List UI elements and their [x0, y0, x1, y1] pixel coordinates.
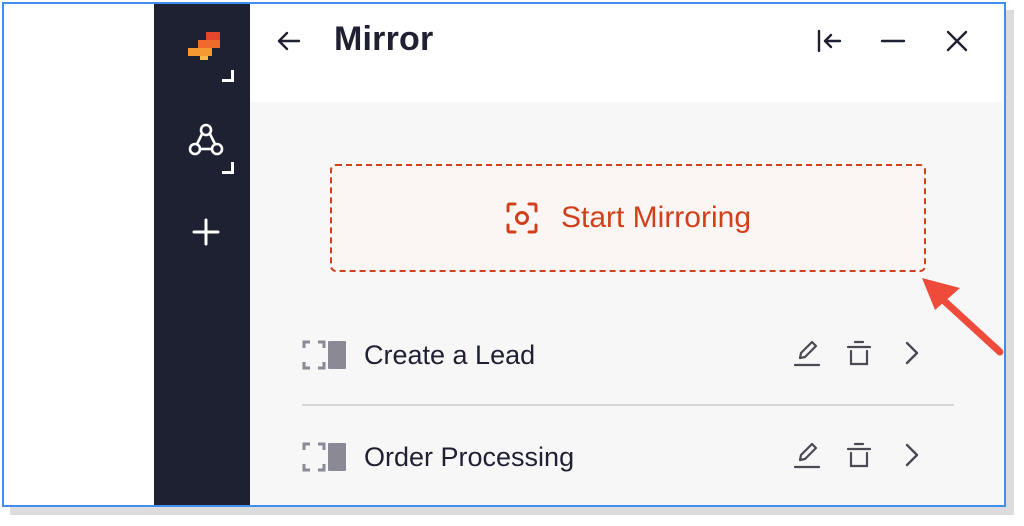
- flow-row-order-processing[interactable]: Order Processing: [302, 422, 954, 492]
- back-arrow-icon[interactable]: [274, 26, 304, 56]
- row-divider: [302, 404, 954, 406]
- logo-icon: [188, 32, 220, 60]
- network-icon: [188, 123, 224, 156]
- edit-icon[interactable]: [792, 440, 822, 470]
- start-mirroring-button[interactable]: Start Mirroring: [330, 164, 926, 272]
- chevron-right-icon[interactable]: [896, 440, 926, 470]
- plus-icon: [192, 218, 220, 246]
- corner-mark: [222, 162, 234, 174]
- panel-header: Mirror: [250, 4, 1002, 102]
- sidebar-logo-button[interactable]: [168, 10, 244, 86]
- collapse-panel-icon[interactable]: [814, 26, 844, 56]
- close-icon[interactable]: [942, 26, 972, 56]
- delete-icon[interactable]: [844, 338, 874, 368]
- minimize-icon[interactable]: [878, 26, 908, 56]
- sidebar: [154, 4, 250, 505]
- sidebar-add-button[interactable]: [168, 194, 244, 270]
- start-mirroring-label: Start Mirroring: [560, 201, 752, 234]
- annotation-arrow: [922, 278, 1004, 356]
- edit-icon[interactable]: [792, 338, 822, 368]
- delete-icon[interactable]: [844, 440, 874, 470]
- screen-capture-icon: [506, 202, 538, 234]
- flow-row-create-lead[interactable]: Create a Lead: [302, 320, 954, 390]
- flow-label: Order Processing: [364, 441, 575, 472]
- row-actions: [792, 440, 926, 470]
- flow-icon: [302, 442, 346, 472]
- flow-label: Create a Lead: [364, 339, 536, 370]
- flow-icon: [302, 340, 346, 370]
- corner-mark: [222, 70, 234, 82]
- page-title: Mirror: [334, 20, 434, 58]
- sidebar-network-button[interactable]: [168, 102, 244, 178]
- mirror-panel: Mirror Start Mirroring Create a Lead Ord…: [250, 4, 1002, 505]
